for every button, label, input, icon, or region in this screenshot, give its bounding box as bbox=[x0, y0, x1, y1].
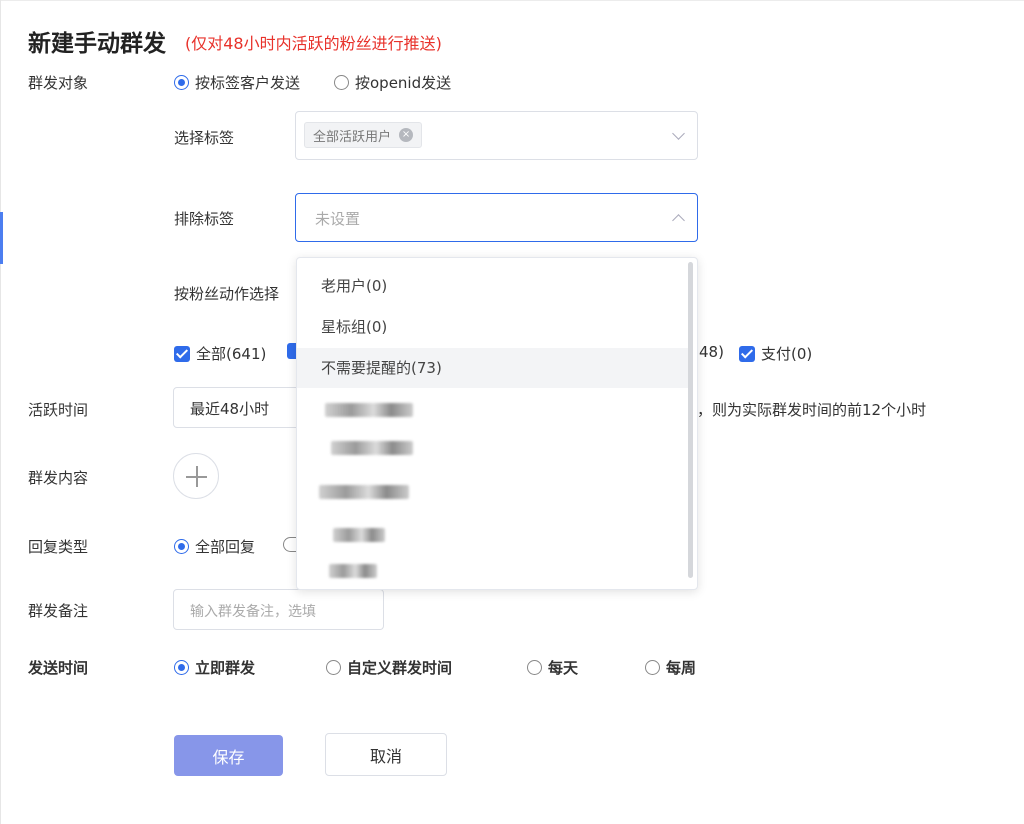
checkbox-checked-icon[interactable] bbox=[174, 345, 190, 362]
reply-type-option-all[interactable]: 全部回复 bbox=[174, 536, 255, 557]
tag-chip: 全部活跃用户 × bbox=[304, 122, 423, 148]
dropdown-option-redacted[interactable] bbox=[297, 514, 691, 554]
note-label: 群发备注 bbox=[28, 602, 89, 620]
target-option-by-openid[interactable]: 按openid发送 bbox=[334, 72, 451, 93]
dropdown-option[interactable]: 星标组(0) bbox=[297, 307, 691, 347]
send-time-option-weekly[interactable]: 每周 bbox=[645, 657, 696, 678]
active-time-hint: ，则为实际群发时间的前12个小时 bbox=[697, 401, 927, 419]
exclude-tag-label: 排除标签 bbox=[174, 210, 235, 228]
radio-icon[interactable] bbox=[326, 660, 341, 675]
send-time-option-daily[interactable]: 每天 bbox=[527, 657, 578, 678]
exclude-tag-placeholder: 未设置 bbox=[315, 210, 361, 228]
active-time-label: 活跃时间 bbox=[28, 401, 89, 419]
note-placeholder: 输入群发备注，选填 bbox=[190, 604, 316, 620]
select-tag-input[interactable]: 全部活跃用户 × bbox=[295, 111, 698, 160]
radio-icon[interactable] bbox=[645, 660, 660, 675]
radio-selected-icon[interactable] bbox=[174, 539, 189, 554]
note-input[interactable]: 输入群发备注，选填 bbox=[173, 589, 384, 630]
send-time-option-weekly-label: 每周 bbox=[666, 659, 697, 677]
send-time-option-custom[interactable]: 自定义群发时间 bbox=[326, 657, 452, 678]
send-time-option-now-label: 立即群发 bbox=[195, 659, 256, 677]
redacted-text bbox=[325, 403, 413, 417]
radio-selected-icon[interactable] bbox=[174, 660, 189, 675]
radio-partially-hidden[interactable] bbox=[283, 537, 296, 552]
left-accent-bar bbox=[0, 212, 3, 264]
exclude-tag-dropdown: 老用户(0) 星标组(0) 不需要提醒的(73) bbox=[296, 257, 698, 590]
active-time-select[interactable]: 最近48小时 bbox=[173, 387, 303, 428]
fan-action-label: 按粉丝动作选择 bbox=[174, 285, 280, 303]
active-time-value: 最近48小时 bbox=[190, 400, 270, 418]
page-subtitle-warning: (仅对48小时内活跃的粉丝进行推送) bbox=[185, 34, 442, 53]
checkbox-pay[interactable]: 支付(0) bbox=[739, 343, 812, 364]
left-border bbox=[0, 0, 1, 824]
top-border bbox=[0, 0, 1024, 1]
radio-selected-icon[interactable] bbox=[174, 75, 189, 90]
target-option-by-openid-label: 按openid发送 bbox=[355, 74, 452, 92]
add-content-button[interactable] bbox=[173, 453, 219, 499]
redacted-text bbox=[331, 441, 413, 455]
radio-icon[interactable] bbox=[334, 75, 349, 90]
save-button[interactable]: 保存 bbox=[174, 735, 283, 776]
target-label: 群发对象 bbox=[28, 74, 89, 92]
reply-type-label: 回复类型 bbox=[28, 538, 89, 556]
send-time-label: 发送时间 bbox=[28, 659, 89, 677]
radio-icon[interactable] bbox=[527, 660, 542, 675]
chip-remove-icon[interactable]: × bbox=[399, 128, 414, 142]
redacted-text bbox=[319, 485, 409, 499]
cancel-button[interactable]: 取消 bbox=[325, 733, 447, 776]
dropdown-option-redacted[interactable] bbox=[297, 429, 691, 469]
checkbox-all-label: 全部(641) bbox=[196, 345, 267, 363]
redacted-text bbox=[329, 564, 377, 578]
tag-chip-label: 全部活跃用户 bbox=[313, 129, 392, 145]
chevron-up-icon[interactable] bbox=[672, 214, 685, 227]
reply-type-option-all-label: 全部回复 bbox=[195, 538, 256, 556]
dropdown-option-redacted[interactable] bbox=[297, 389, 691, 429]
select-tag-label: 选择标签 bbox=[174, 129, 235, 147]
chevron-down-icon[interactable] bbox=[672, 127, 685, 140]
exclude-tag-select[interactable]: 未设置 bbox=[295, 193, 698, 242]
checkbox-pay-label: 支付(0) bbox=[761, 345, 813, 363]
send-time-option-daily-label: 每天 bbox=[548, 659, 579, 677]
content-label: 群发内容 bbox=[28, 469, 89, 487]
target-option-by-tag-label: 按标签客户发送 bbox=[195, 74, 301, 92]
checkbox-partial-label: 48) bbox=[699, 343, 724, 361]
page-title: 新建手动群发 bbox=[28, 31, 166, 57]
checkbox-partially-hidden[interactable] bbox=[287, 343, 296, 359]
dropdown-option[interactable]: 老用户(0) bbox=[297, 266, 691, 306]
redacted-text bbox=[333, 528, 385, 542]
target-option-by-tag[interactable]: 按标签客户发送 bbox=[174, 72, 300, 93]
checkbox-all[interactable]: 全部(641) bbox=[174, 343, 266, 364]
dropdown-option-redacted[interactable] bbox=[297, 473, 691, 513]
send-time-option-now[interactable]: 立即群发 bbox=[174, 657, 255, 678]
send-time-option-custom-label: 自定义群发时间 bbox=[347, 659, 453, 677]
dropdown-option-redacted[interactable] bbox=[297, 554, 691, 589]
dropdown-option-hovered[interactable]: 不需要提醒的(73) bbox=[297, 348, 691, 388]
checkbox-checked-icon[interactable] bbox=[739, 345, 755, 362]
dropdown-scrollbar[interactable] bbox=[688, 262, 693, 578]
